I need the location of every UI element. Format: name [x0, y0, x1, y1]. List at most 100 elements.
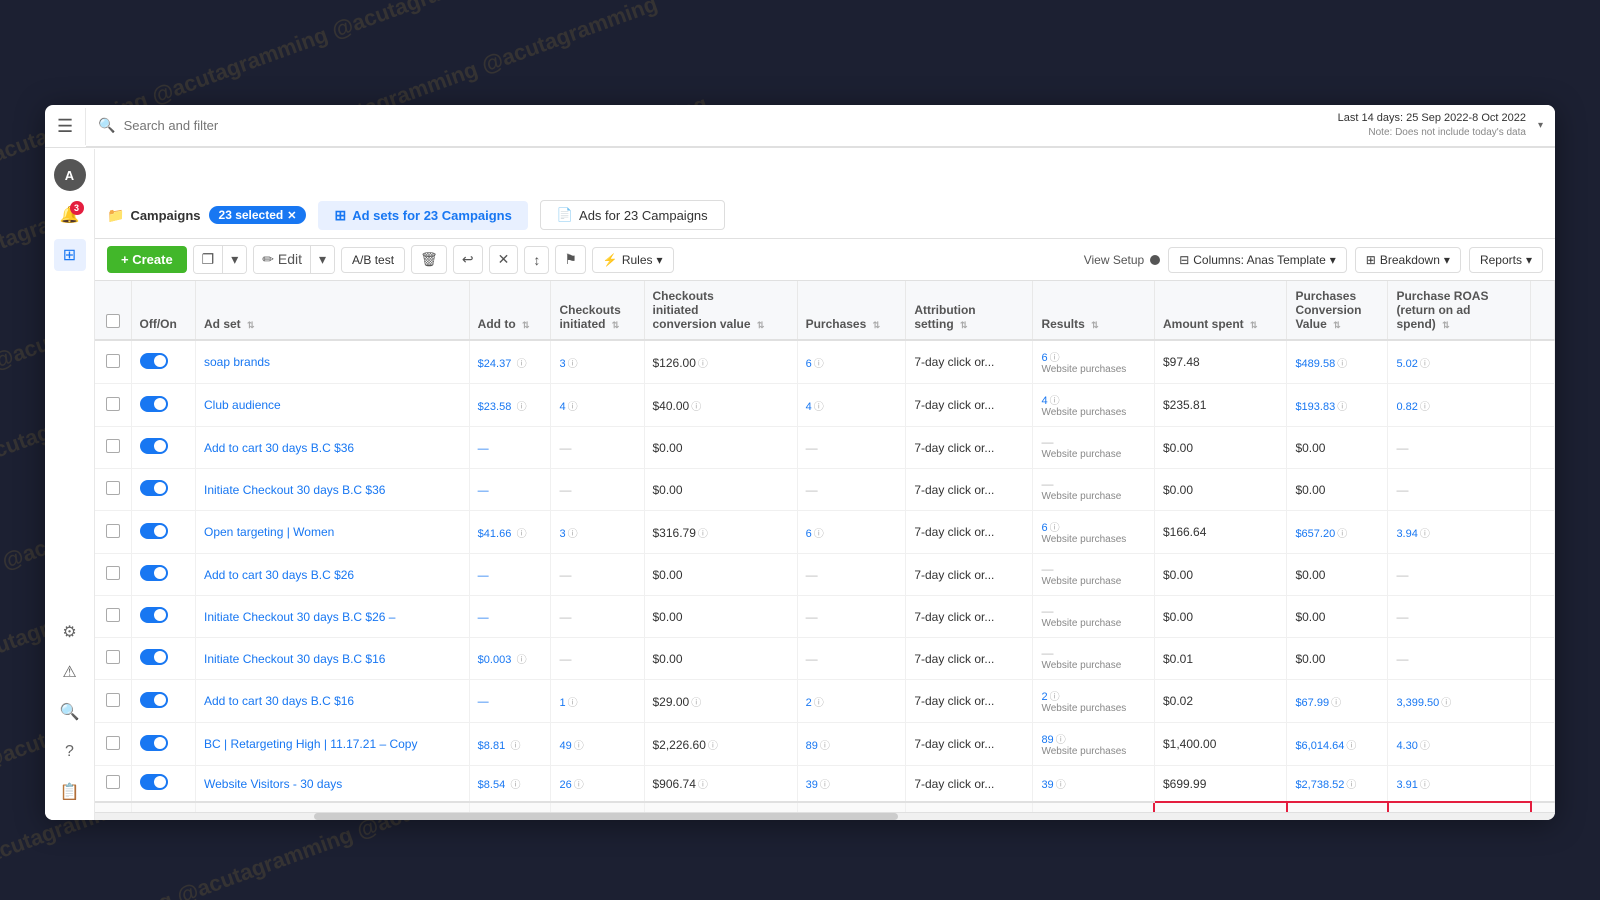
row-toggle[interactable] [131, 340, 196, 384]
sidebar-icon-notification[interactable]: 🔔 3 [54, 199, 86, 231]
edit-dropdown[interactable]: ▾ [311, 246, 334, 273]
breakdown-dropdown[interactable]: ⊞ Breakdown ▾ [1355, 247, 1461, 273]
addto-link-0[interactable]: $24.37 [478, 358, 512, 370]
create-button[interactable]: + Create [107, 246, 187, 273]
ci-link-4[interactable]: 3 [559, 528, 565, 540]
addto-link-6[interactable]: — [478, 612, 489, 624]
edit-button[interactable]: ✏ Edit [254, 246, 311, 273]
res-link-1[interactable]: 4 [1041, 395, 1047, 407]
date-dropdown-arrow[interactable]: ▾ [1538, 120, 1543, 131]
purch-link-8[interactable]: 2 [806, 697, 812, 709]
ab-test-button[interactable]: A/B test [341, 247, 405, 273]
res-link-9[interactable]: 89 [1041, 734, 1053, 746]
addto-link-7[interactable]: $0.003 [478, 654, 512, 666]
view-setup[interactable]: View Setup [1084, 253, 1161, 267]
row-checkbox[interactable] [106, 524, 120, 538]
purch-link-4[interactable]: 6 [806, 528, 812, 540]
move-button[interactable]: ↕ [524, 246, 549, 274]
toggle-10[interactable] [140, 774, 168, 790]
row-checkbox[interactable] [106, 650, 120, 664]
toggle-3[interactable] [140, 480, 168, 496]
row-toggle[interactable] [131, 427, 196, 469]
row-checkbox[interactable] [106, 736, 120, 750]
toggle-8[interactable] [140, 692, 168, 708]
addto-link-4[interactable]: $41.66 [478, 528, 512, 540]
purch-link-10[interactable]: 39 [806, 779, 818, 791]
addto-link-3[interactable]: — [478, 485, 489, 497]
adset-link-7[interactable]: Initiate Checkout 30 days B.C $16 [204, 652, 385, 666]
toggle-1[interactable] [140, 396, 168, 412]
adset-link-8[interactable]: Add to cart 30 days B.C $16 [204, 694, 354, 708]
select-all-checkbox[interactable] [106, 314, 120, 328]
row-toggle[interactable] [131, 469, 196, 511]
toggle-5[interactable] [140, 565, 168, 581]
row-toggle[interactable] [131, 680, 196, 723]
row-toggle[interactable] [131, 638, 196, 680]
purch-link-1[interactable]: 4 [806, 401, 812, 413]
toggle-0[interactable] [140, 353, 168, 369]
columns-dropdown[interactable]: ⊟ Columns: Anas Template ▾ [1168, 247, 1347, 273]
sidebar-icon-search[interactable]: 🔍 [54, 696, 86, 728]
search-input[interactable] [124, 118, 1330, 133]
row-checkbox[interactable] [106, 481, 120, 495]
sidebar-icon-settings[interactable]: ⚙ [54, 616, 86, 648]
horizontal-scrollbar[interactable] [95, 812, 1555, 820]
row-checkbox[interactable] [106, 397, 120, 411]
adsets-tab[interactable]: ⊞ Ad sets for 23 Campaigns [318, 201, 527, 230]
menu-icon[interactable]: ☰ [45, 108, 86, 145]
res-link-10[interactable]: 39 [1041, 779, 1053, 791]
toggle-7[interactable] [140, 649, 168, 665]
addto-link-2[interactable]: — [478, 443, 489, 455]
adset-link-9[interactable]: BC | Retargeting High | 11.17.21 – Copy [204, 737, 417, 751]
adset-link-2[interactable]: Add to cart 30 days B.C $36 [204, 441, 354, 455]
adset-link-6[interactable]: Initiate Checkout 30 days B.C $26 – [204, 610, 395, 624]
sidebar-icon-campaigns[interactable]: ⊞ [54, 239, 86, 271]
adset-link-0[interactable]: soap brands [204, 355, 270, 369]
addto-link-10[interactable]: $8.54 [478, 779, 506, 791]
reports-dropdown[interactable]: Reports ▾ [1469, 247, 1543, 273]
adset-link-1[interactable]: Club audience [204, 398, 281, 412]
avatar[interactable]: A [54, 159, 86, 191]
row-checkbox[interactable] [106, 775, 120, 789]
export-button[interactable]: ⚑ [555, 245, 586, 274]
res-link-8[interactable]: 2 [1041, 691, 1047, 703]
row-checkbox[interactable] [106, 608, 120, 622]
adset-link-4[interactable]: Open targeting | Women [204, 525, 334, 539]
adset-link-10[interactable]: Website Visitors - 30 days [204, 777, 342, 791]
row-toggle[interactable] [131, 384, 196, 427]
res-link-4[interactable]: 6 [1041, 522, 1047, 534]
rules-button[interactable]: ⚡ Rules ▾ [592, 247, 674, 273]
adset-link-3[interactable]: Initiate Checkout 30 days B.C $36 [204, 483, 385, 497]
deselect-icon[interactable]: ✕ [287, 209, 296, 222]
toggle-2[interactable] [140, 438, 168, 454]
row-toggle[interactable] [131, 766, 196, 803]
row-toggle[interactable] [131, 554, 196, 596]
row-checkbox[interactable] [106, 693, 120, 707]
row-checkbox[interactable] [106, 354, 120, 368]
row-toggle[interactable] [131, 723, 196, 766]
toggle-4[interactable] [140, 523, 168, 539]
row-checkbox[interactable] [106, 439, 120, 453]
ci-link-8[interactable]: 1 [559, 697, 565, 709]
trash-button[interactable]: 🗑 [411, 245, 447, 274]
addto-link-8[interactable]: — [478, 696, 489, 708]
sidebar-icon-help[interactable]: ? [54, 736, 86, 768]
duplicate-dropdown[interactable]: ▾ [223, 246, 246, 273]
duplicate-button[interactable]: ❐ [194, 246, 224, 273]
ads-tab[interactable]: 📄 Ads for 23 Campaigns [540, 200, 725, 230]
selected-badge[interactable]: 23 selected ✕ [209, 206, 307, 224]
row-toggle[interactable] [131, 511, 196, 554]
toggle-9[interactable] [140, 735, 168, 751]
ci-link-1[interactable]: 4 [559, 401, 565, 413]
addto-link-9[interactable]: $8.81 [478, 740, 506, 752]
purch-link-0[interactable]: 6 [806, 358, 812, 370]
adset-link-5[interactable]: Add to cart 30 days B.C $26 [204, 568, 354, 582]
purch-link-9[interactable]: 89 [806, 740, 818, 752]
undo-button[interactable]: ↩ [453, 245, 483, 274]
ci-link-0[interactable]: 3 [559, 358, 565, 370]
addto-link-1[interactable]: $23.58 [478, 401, 512, 413]
sidebar-icon-alert[interactable]: ⚠ [54, 656, 86, 688]
row-checkbox[interactable] [106, 566, 120, 580]
res-link-0[interactable]: 6 [1041, 352, 1047, 364]
delete-button[interactable]: ✕ [489, 245, 519, 274]
